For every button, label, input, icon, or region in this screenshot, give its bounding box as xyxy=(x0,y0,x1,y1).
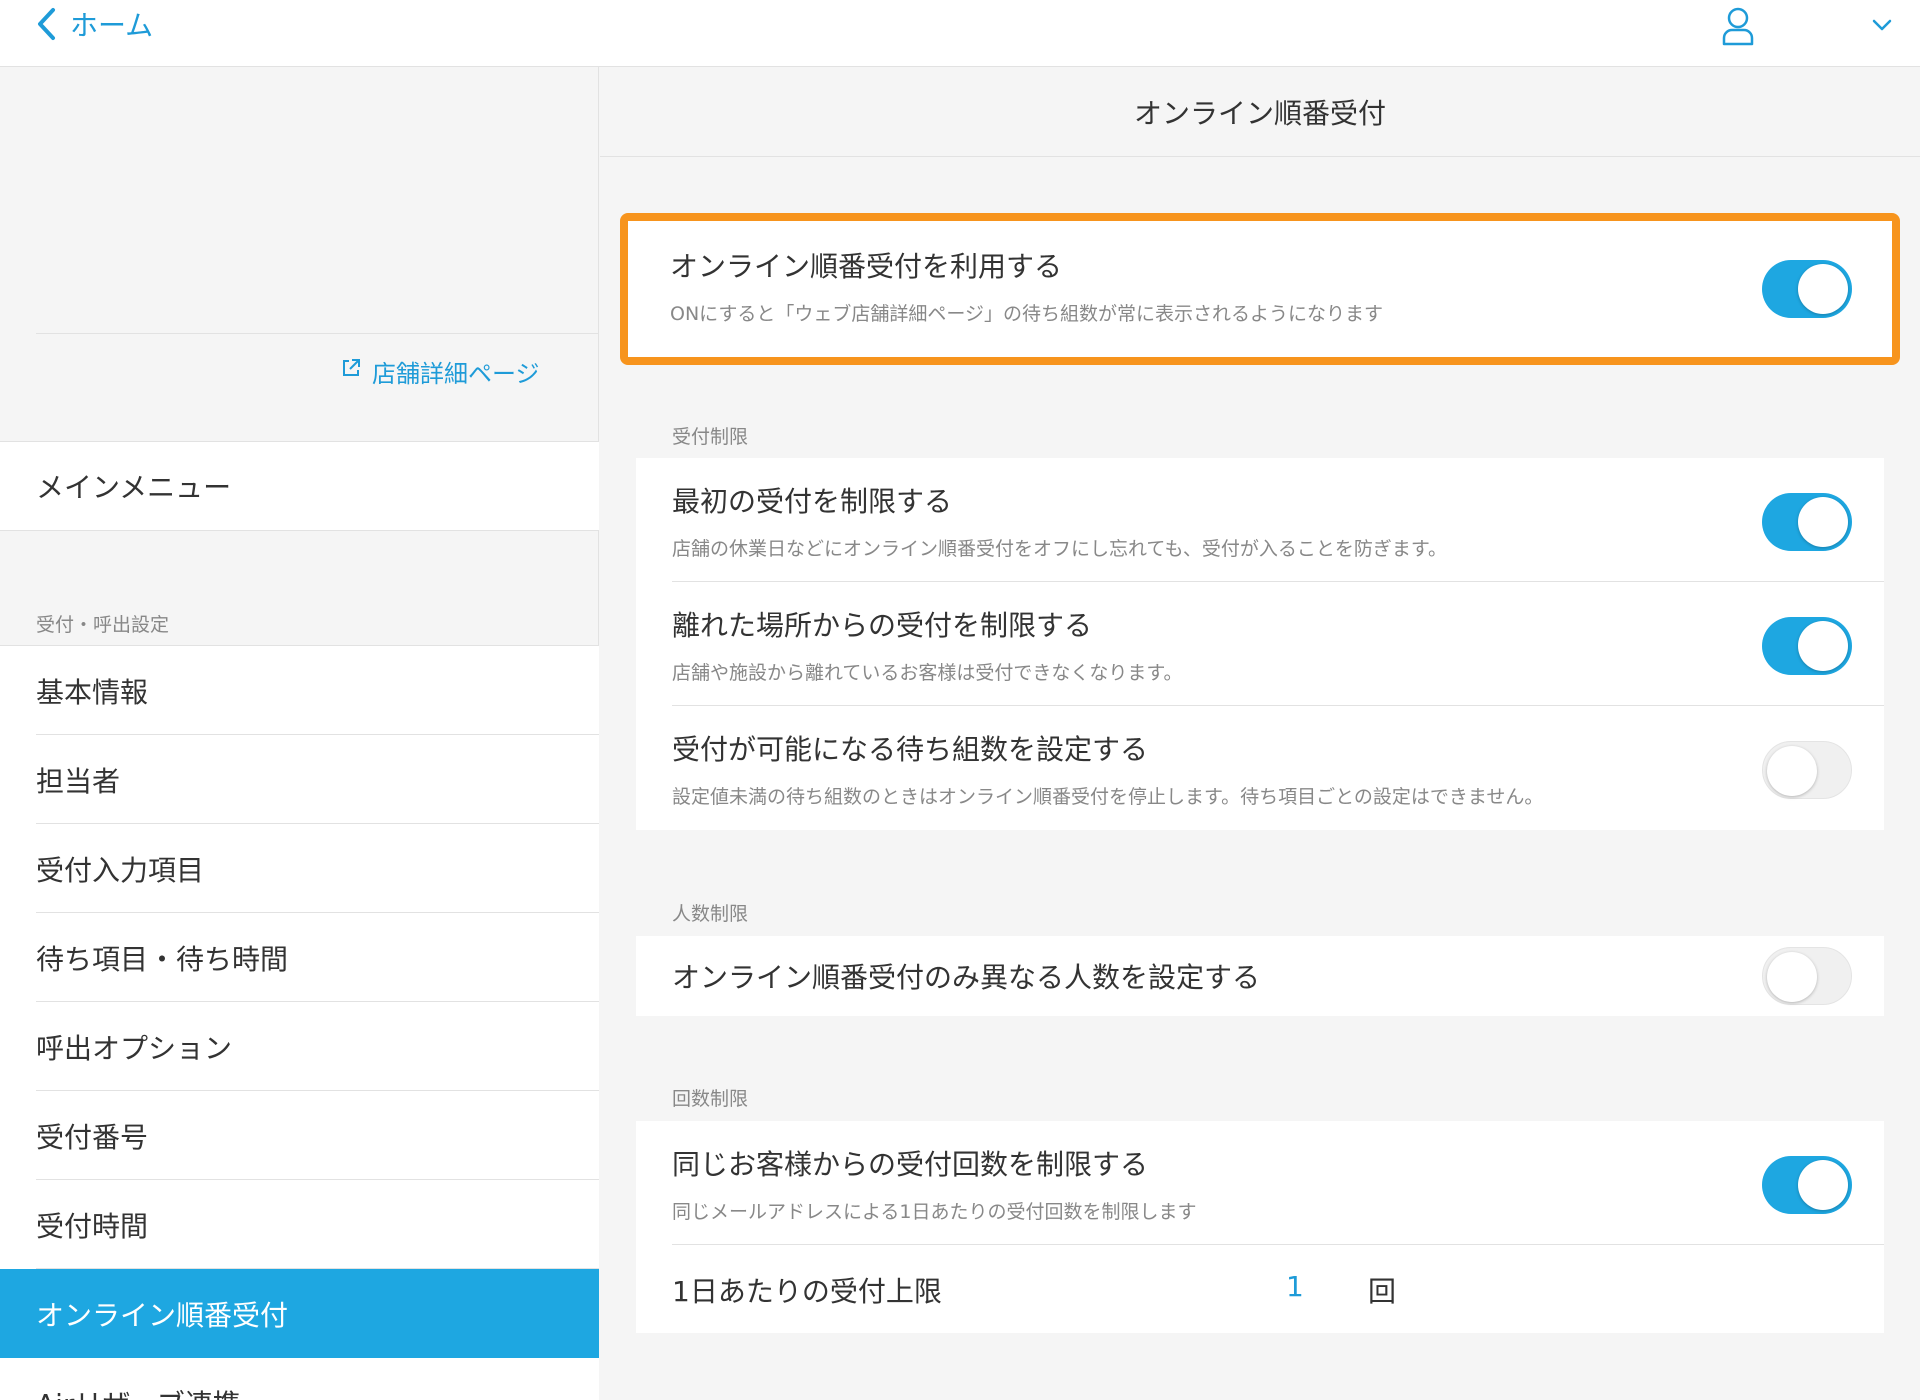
row-title: オンライン順番受付のみ異なる人数を設定する xyxy=(672,961,1261,994)
sidebar-item-staff[interactable]: 担当者 xyxy=(0,735,599,824)
sidebar-item-airreserve[interactable]: Airリザーブ連携 xyxy=(0,1358,599,1400)
row-title: 同じお客様からの受付回数を制限する xyxy=(672,1148,1149,1181)
row-desc: 設定値未満の待ち組数のときはオンライン順番受付を停止します。待ち項目ごとの設定は… xyxy=(672,786,1544,808)
setting-row: 受付が可能になる待ち組数を設定する 設定値未満の待ち組数のときはオンライン順番受… xyxy=(636,706,1884,830)
main-content: オンライン順番受付 オンライン順番受付を利用する ONにすると「ウェブ店舗詳細ペ… xyxy=(600,67,1920,1400)
user-icon[interactable] xyxy=(1720,6,1756,46)
row-title: 最初の受付を制限する xyxy=(672,485,953,518)
primary-setting-card: オンライン順番受付を利用する ONにすると「ウェブ店舗詳細ページ」の待ち組数が常… xyxy=(620,213,1900,365)
count-limit-toggle[interactable] xyxy=(1762,1156,1852,1214)
store-detail-link[interactable]: 店舗詳細ページ xyxy=(340,351,540,391)
reception-limit-label: 受付制限 xyxy=(672,426,749,448)
sidebar: 店舗詳細ページ メインメニュー 受付・呼出設定 基本情報 担当者 受付入力項目 … xyxy=(0,67,599,1400)
divider xyxy=(36,333,599,334)
top-bar: ホーム xyxy=(0,0,1920,67)
back-button[interactable]: ホーム xyxy=(36,0,153,48)
setting-row: 離れた場所からの受付を制限する 店舗や施設から離れているお客様は受付できなくなり… xyxy=(636,582,1884,706)
sidebar-item-reception-hours[interactable]: 受付時間 xyxy=(0,1180,599,1269)
count-limit-card: 同じお客様からの受付回数を制限する 同じメールアドレスによる1日あたりの受付回数… xyxy=(636,1121,1884,1333)
primary-setting-title: オンライン順番受付を利用する xyxy=(670,250,1063,283)
per-day-limit-input[interactable]: 1 xyxy=(1286,1270,1304,1303)
main-menu-item[interactable]: メインメニュー xyxy=(0,441,599,531)
chevron-down-icon[interactable] xyxy=(1868,14,1896,36)
count-limit-label: 回数制限 xyxy=(672,1088,749,1110)
people-limit-toggle[interactable] xyxy=(1762,947,1852,1005)
settings-nav: 基本情報 担当者 受付入力項目 待ち項目・待ち時間 呼出オプション 受付番号 受… xyxy=(0,645,599,1400)
sidebar-item-input-fields[interactable]: 受付入力項目 xyxy=(0,824,599,913)
sidebar-item-wait-items[interactable]: 待ち項目・待ち時間 xyxy=(0,913,599,1002)
row-desc: 店舗の休業日などにオンライン順番受付をオフにし忘れても、受付が入ることを防ぎます… xyxy=(672,538,1448,560)
row-desc: 店舗や施設から離れているお客様は受付できなくなります。 xyxy=(672,662,1183,684)
people-limit-label: 人数制限 xyxy=(672,903,749,925)
first-reception-limit-toggle[interactable] xyxy=(1762,493,1852,551)
distance-limit-toggle[interactable] xyxy=(1762,617,1852,675)
sidebar-item-call-options[interactable]: 呼出オプション xyxy=(0,1002,599,1091)
wait-count-threshold-toggle[interactable] xyxy=(1762,741,1852,799)
row-title: 受付が可能になる待ち組数を設定する xyxy=(672,733,1149,766)
setting-row: 同じお客様からの受付回数を制限する 同じメールアドレスによる1日あたりの受付回数… xyxy=(636,1121,1884,1245)
store-detail-link-label: 店舗詳細ページ xyxy=(372,359,540,388)
back-label: ホーム xyxy=(70,9,154,42)
people-limit-card: オンライン順番受付のみ異なる人数を設定する xyxy=(636,936,1884,1016)
section-label: 受付・呼出設定 xyxy=(36,614,170,636)
use-online-queue-toggle[interactable] xyxy=(1762,260,1852,318)
chevron-left-icon xyxy=(36,7,56,41)
per-day-limit-row: 1日あたりの受付上限 1 回 xyxy=(636,1245,1884,1333)
sidebar-item-reception-number[interactable]: 受付番号 xyxy=(0,1091,599,1180)
row-desc: 同じメールアドレスによる1日あたりの受付回数を制限します xyxy=(672,1201,1197,1223)
per-day-limit-unit: 回 xyxy=(1368,1275,1397,1308)
reception-limit-card: 最初の受付を制限する 店舗の休業日などにオンライン順番受付をオフにし忘れても、受… xyxy=(636,458,1884,830)
sidebar-item-online-queue[interactable]: オンライン順番受付 xyxy=(0,1269,599,1358)
external-link-icon xyxy=(340,357,362,385)
sidebar-item-basic-info[interactable]: 基本情報 xyxy=(0,646,599,735)
primary-setting-desc: ONにすると「ウェブ店舗詳細ページ」の待ち組数が常に表示されるようになります xyxy=(670,303,1383,325)
row-title: 離れた場所からの受付を制限する xyxy=(672,609,1093,642)
page-title: オンライン順番受付 xyxy=(600,67,1920,157)
setting-row: 最初の受付を制限する 店舗の休業日などにオンライン順番受付をオフにし忘れても、受… xyxy=(636,458,1884,582)
per-day-limit-label: 1日あたりの受付上限 xyxy=(672,1275,942,1308)
